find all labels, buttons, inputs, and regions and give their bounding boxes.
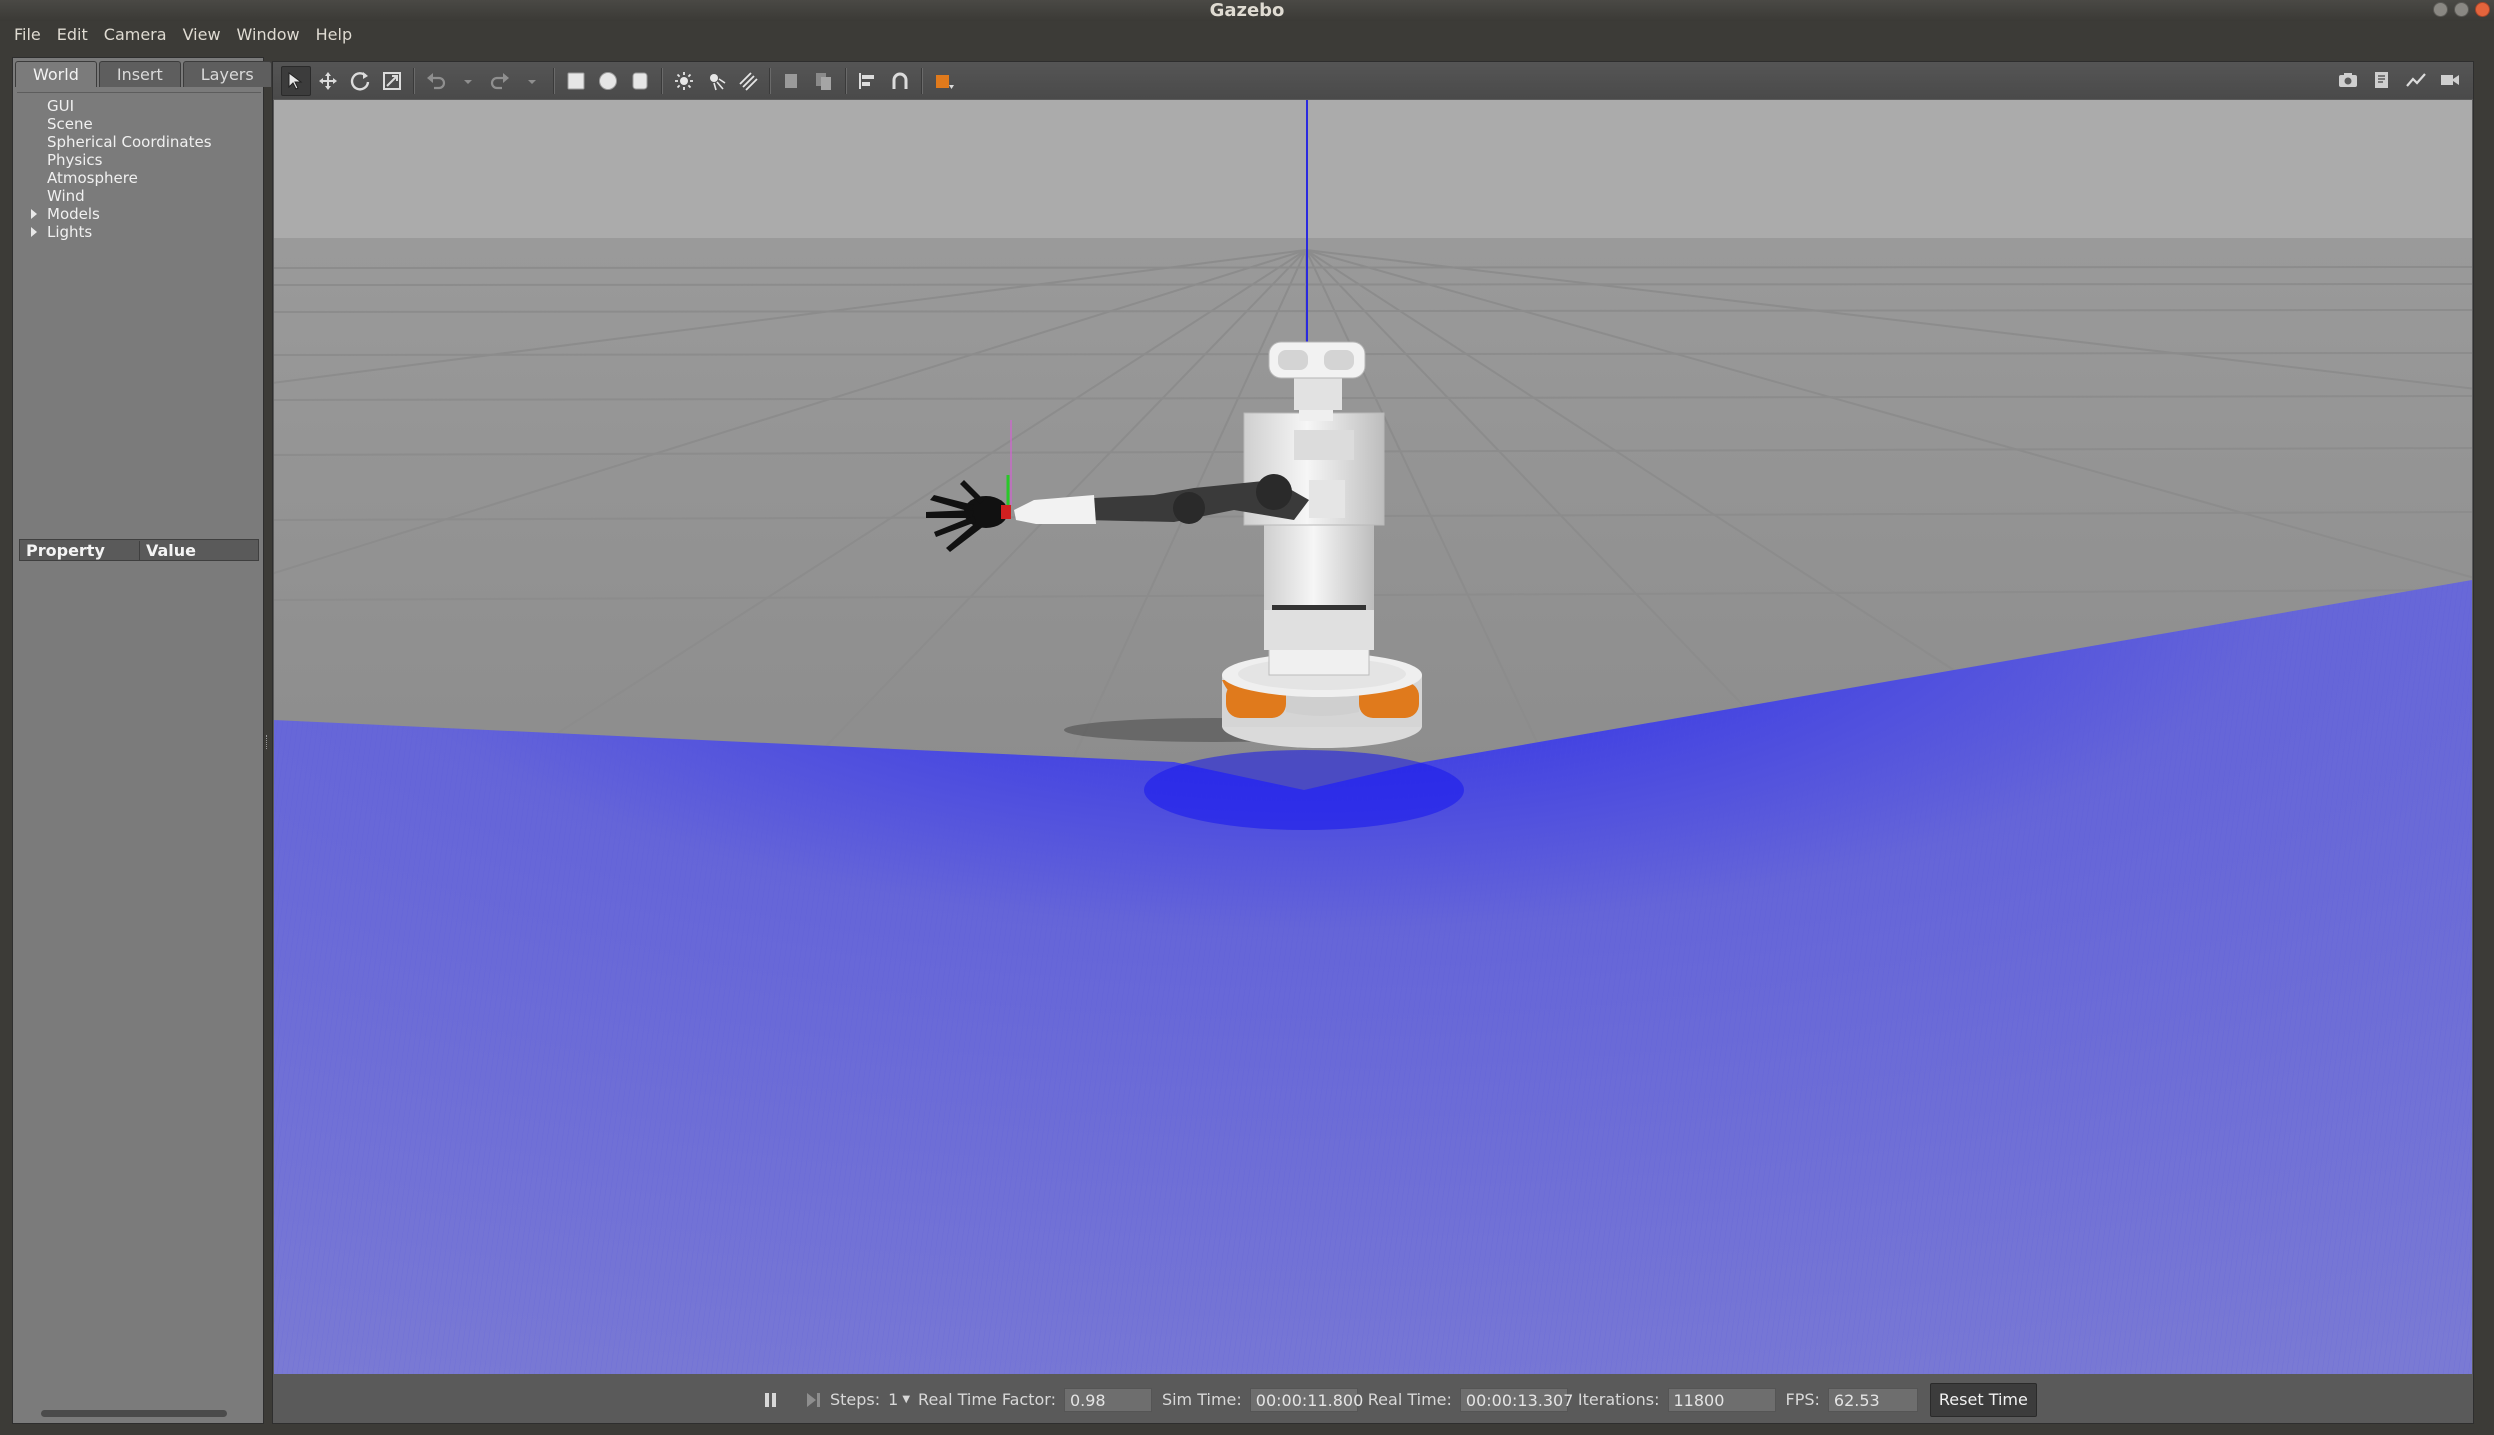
cylinder-icon[interactable] xyxy=(625,66,655,96)
panel-splitter[interactable] xyxy=(266,735,269,749)
point-light-icon[interactable] xyxy=(669,66,699,96)
redo-history-icon[interactable] xyxy=(517,66,547,96)
iterations-field: 11800 xyxy=(1667,1387,1776,1412)
toolbar xyxy=(273,62,2473,99)
sphere-icon[interactable] xyxy=(593,66,623,96)
toolbar-separator xyxy=(413,67,415,94)
tree-item-wind[interactable]: Wind xyxy=(17,187,261,205)
spot-light-icon[interactable] xyxy=(701,66,731,96)
maximize-button[interactable] xyxy=(2454,2,2469,17)
menu-help[interactable]: Help xyxy=(308,21,360,49)
expand-arrow-icon[interactable] xyxy=(31,227,37,237)
redo-icon[interactable] xyxy=(485,66,515,96)
menu-file[interactable]: File xyxy=(6,21,49,49)
translate-icon[interactable] xyxy=(313,66,343,96)
left-panel-scrollbar[interactable] xyxy=(41,1410,227,1417)
snap-icon[interactable] xyxy=(885,66,915,96)
property-column-header[interactable]: Property xyxy=(20,540,140,560)
copy-icon[interactable] xyxy=(777,66,807,96)
tab-insert[interactable]: Insert xyxy=(98,61,181,87)
tree-item-physics[interactable]: Physics xyxy=(17,151,261,169)
tree-item-label: Atmosphere xyxy=(47,169,138,187)
window-title: Gazebo xyxy=(1209,0,1285,21)
property-table-header: Property Value xyxy=(19,539,259,561)
box-icon[interactable] xyxy=(561,66,591,96)
undo-history-icon[interactable] xyxy=(453,66,483,96)
directional-light-icon[interactable] xyxy=(733,66,763,96)
plot-icon[interactable] xyxy=(2401,65,2431,95)
tree-item-models[interactable]: Models xyxy=(17,205,261,223)
menu-view[interactable]: View xyxy=(175,21,229,49)
steps-label: Steps: xyxy=(830,1390,881,1409)
simulation-status-bar: Steps: 1 ▼ Real Time Factor: 0.98 Sim Ti… xyxy=(273,1376,2473,1423)
paste-icon[interactable] xyxy=(809,66,839,96)
tree-item-spherical-coordinates[interactable]: Spherical Coordinates xyxy=(17,133,261,151)
main-area: Steps: 1 ▼ Real Time Factor: 0.98 Sim Ti… xyxy=(272,61,2474,1424)
screenshot-icon[interactable] xyxy=(2333,65,2363,95)
tab-layers[interactable]: Layers xyxy=(182,61,272,87)
tree-item-label: Physics xyxy=(47,151,103,169)
menu-bar: File Edit Camera View Window Help xyxy=(0,21,2494,49)
menu-edit[interactable]: Edit xyxy=(49,21,96,49)
tab-world[interactable]: World xyxy=(15,61,97,87)
window-titlebar: Gazebo xyxy=(0,0,2494,21)
iterations-label: Iterations: xyxy=(1577,1390,1660,1409)
3d-viewport[interactable] xyxy=(274,100,2472,1374)
view-angle-icon[interactable] xyxy=(929,66,959,96)
value-column-header[interactable]: Value xyxy=(140,541,196,560)
tree-item-label: Models xyxy=(47,205,100,223)
toolbar-separator xyxy=(845,67,847,94)
tree-item-scene[interactable]: Scene xyxy=(17,115,261,133)
step-icon[interactable] xyxy=(802,1389,824,1411)
scale-icon[interactable] xyxy=(377,66,407,96)
tree-item-label: Spherical Coordinates xyxy=(47,133,212,151)
minimize-button[interactable] xyxy=(2433,2,2448,17)
window-controls xyxy=(2433,2,2490,17)
real-time-label: Real Time: xyxy=(1367,1390,1452,1409)
fps-field: 62.53 xyxy=(1827,1387,1918,1412)
steps-dropdown-icon[interactable]: ▼ xyxy=(902,1394,910,1405)
menu-camera[interactable]: Camera xyxy=(96,21,175,49)
pause-icon[interactable] xyxy=(760,1389,782,1411)
menu-window[interactable]: Window xyxy=(229,21,308,49)
scene-render xyxy=(274,100,2472,1374)
select-arrow-icon[interactable] xyxy=(281,65,311,96)
real-time-field: 00:00:13.307 xyxy=(1459,1387,1573,1412)
toolbar-separator xyxy=(921,67,923,94)
rotate-icon[interactable] xyxy=(345,66,375,96)
tree-item-label: Wind xyxy=(47,187,85,205)
close-button[interactable] xyxy=(2475,2,2490,17)
reset-time-button[interactable]: Reset Time xyxy=(1929,1382,2037,1417)
tree-item-label: GUI xyxy=(47,97,75,115)
toolbar-separator xyxy=(661,67,663,94)
tree-item-lights[interactable]: Lights xyxy=(17,223,261,241)
tree-item-atmosphere[interactable]: Atmosphere xyxy=(17,169,261,187)
undo-icon[interactable] xyxy=(421,66,451,96)
toolbar-right xyxy=(2333,65,2465,95)
tree-item-label: Scene xyxy=(47,115,93,133)
sim-time-label: Sim Time: xyxy=(1161,1390,1242,1409)
left-panel-tabs: World Insert Layers xyxy=(15,61,272,87)
toolbar-separator xyxy=(553,67,555,94)
tree-item-gui[interactable]: GUI xyxy=(17,97,261,115)
expand-arrow-icon[interactable] xyxy=(31,209,37,219)
video-record-icon[interactable] xyxy=(2435,65,2465,95)
real-time-factor-label: Real Time Factor: xyxy=(918,1390,1056,1409)
toolbar-separator xyxy=(769,67,771,94)
fps-label: FPS: xyxy=(1785,1390,1820,1409)
sim-time-field: 00:00:11.800 xyxy=(1249,1387,1363,1412)
sky xyxy=(274,100,2472,240)
log-icon[interactable] xyxy=(2367,65,2397,95)
real-time-factor-field: 0.98 xyxy=(1063,1387,1152,1412)
align-icon[interactable] xyxy=(853,66,883,96)
world-tree: GUI Scene Spherical Coordinates Physics … xyxy=(17,92,261,582)
tree-item-label: Lights xyxy=(47,223,93,241)
left-panel: World Insert Layers GUI Scene Spherical … xyxy=(12,57,272,1424)
steps-value[interactable]: 1 xyxy=(888,1390,898,1409)
